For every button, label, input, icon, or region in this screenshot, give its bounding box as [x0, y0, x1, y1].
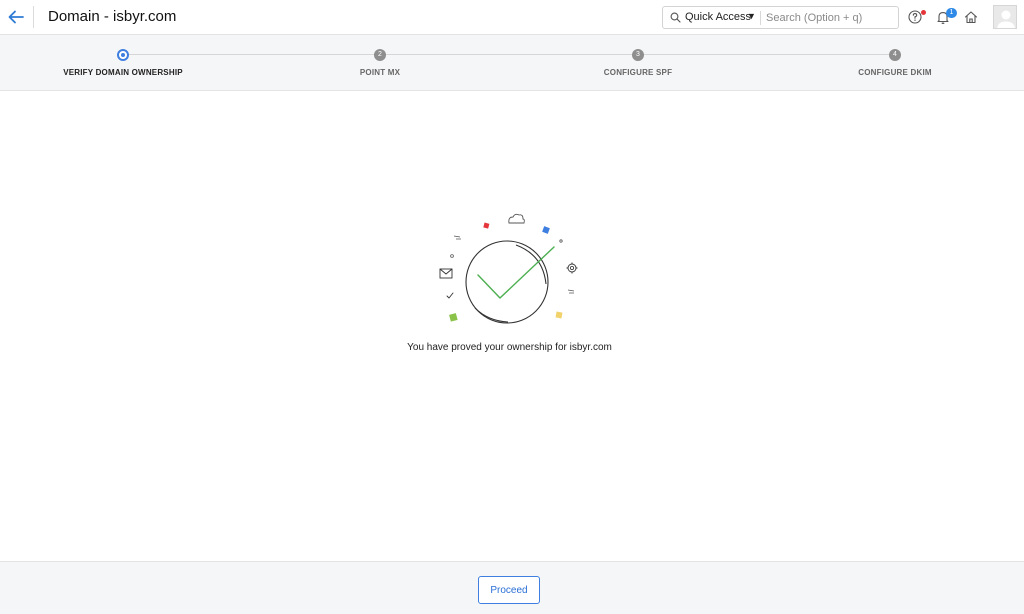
red-confetti: [483, 222, 490, 229]
step-1-label[interactable]: VERIFY DOMAIN OWNERSHIP: [33, 68, 213, 77]
motion-lines: [567, 289, 575, 294]
gear-icon: [567, 263, 577, 273]
small-dot: [450, 254, 454, 258]
step-3-label[interactable]: CONFIGURE SPF: [548, 68, 728, 77]
ownership-verified-message: You have proved your ownership for isbyr…: [407, 342, 612, 353]
search-separator: [760, 11, 761, 25]
home-icon[interactable]: [963, 9, 979, 25]
user-silhouette-icon: [997, 10, 1015, 28]
cloud-icon: [508, 213, 525, 224]
step-2-indicator[interactable]: 2: [374, 49, 386, 61]
notification-count-badge: 1: [946, 8, 957, 18]
quick-access-search-bar: Quick Access ▼: [662, 6, 899, 29]
small-dot: [559, 239, 563, 243]
search-input[interactable]: [766, 9, 894, 26]
stepper-progress-line: [123, 54, 895, 55]
blue-confetti: [542, 226, 550, 234]
help-alert-dot: [921, 10, 926, 15]
active-dot: [121, 53, 125, 57]
title-divider: [33, 6, 34, 28]
step-2-label[interactable]: POINT MX: [290, 68, 470, 77]
yellow-confetti: [555, 311, 563, 319]
top-header: Domain - isbyr.com Quick Access ▼ 1: [0, 0, 1024, 35]
step-4-label[interactable]: CONFIGURE DKIM: [805, 68, 985, 77]
back-arrow-icon[interactable]: [6, 7, 26, 27]
small-check-icon: [446, 292, 454, 299]
green-confetti: [449, 313, 458, 322]
chevron-down-icon[interactable]: ▼: [747, 11, 756, 21]
page-title: Domain - isbyr.com: [48, 8, 177, 25]
green-check-icon: [477, 246, 555, 299]
search-icon: [670, 12, 681, 23]
quick-access-dropdown[interactable]: Quick Access: [685, 11, 751, 23]
step-3-indicator[interactable]: 3: [632, 49, 644, 61]
avatar[interactable]: [993, 5, 1017, 29]
step-1-indicator[interactable]: [117, 49, 129, 61]
proceed-button[interactable]: Proceed: [478, 576, 540, 604]
success-checkmark-illustration: [439, 213, 578, 324]
footer-bar: Proceed: [0, 561, 1024, 614]
motion-lines: [453, 235, 461, 240]
setup-stepper: VERIFY DOMAIN OWNERSHIP 2 POINT MX 3 CON…: [0, 35, 1024, 91]
step-4-indicator[interactable]: 4: [889, 49, 901, 61]
